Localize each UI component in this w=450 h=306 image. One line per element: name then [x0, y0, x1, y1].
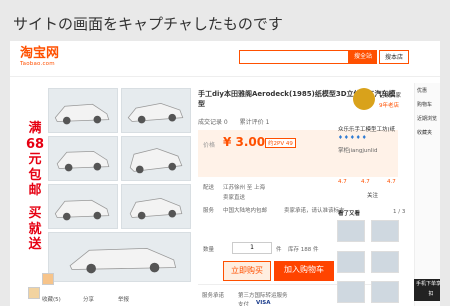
related-pagination[interactable]: 1 / 3: [393, 209, 405, 215]
shipping-route[interactable]: 江苏徐州 至 上海: [223, 183, 265, 191]
price-value: ¥ 3.00: [223, 135, 266, 149]
caption: サイトの画面をキャプチャしたものです: [13, 15, 283, 33]
report-link[interactable]: 举报: [118, 295, 129, 303]
car-image-1[interactable]: [48, 88, 118, 133]
sidebar-item-recent[interactable]: 近期浏览: [417, 115, 437, 122]
add-to-cart-button[interactable]: 加入购物车: [274, 261, 334, 281]
mobile-discount-badge[interactable]: 手机下单享折扣: [414, 279, 440, 301]
review-count: 累计评价 1: [239, 119, 270, 126]
sidebar-item-favorites[interactable]: 收藏夹: [417, 129, 432, 136]
car-image-3[interactable]: [48, 136, 118, 181]
shop-panel: 钻级卖家 9年老店 众乐乐手工模型工坊(纸 ♦♦♦♦♦ 掌柜jiangjunli…: [333, 85, 413, 306]
sidebar-item-discount[interactable]: 优惠: [417, 87, 427, 94]
quantity-unit: 件: [276, 247, 282, 253]
shop-rating: 4.7: [338, 179, 347, 185]
favorite-link[interactable]: 收藏(5): [42, 295, 61, 303]
related-item-2[interactable]: [371, 220, 399, 242]
quantity-value: 1: [250, 244, 254, 251]
shop-years: 9年老店: [379, 103, 399, 109]
related-title: 看了又看: [338, 211, 361, 217]
taobao-logo[interactable]: 淘宝网: [20, 47, 59, 60]
top-bar: 淘宝网 Taobao.com 搜全站 搜本店: [10, 41, 440, 77]
related-item-6[interactable]: [371, 281, 399, 303]
quantity-label: 数量: [203, 247, 215, 253]
related-item-1[interactable]: [337, 220, 365, 242]
search-input[interactable]: [239, 50, 349, 64]
thumbnail-2[interactable]: [42, 273, 54, 285]
thumbnail-1[interactable]: [28, 287, 40, 299]
promo-gift: 买就送: [28, 206, 42, 252]
price-label: 价格: [203, 142, 216, 149]
stock-count: 库存 188 件: [288, 247, 319, 253]
buy-now-button[interactable]: 立即购买: [223, 261, 271, 281]
search-store-button[interactable]: 搜本店: [379, 50, 409, 64]
right-sidebar: 优惠 购物车 近期浏览 收藏夹: [414, 83, 440, 306]
sidebar-item-cart[interactable]: 购物车: [417, 101, 432, 108]
car-image-6[interactable]: [121, 184, 191, 229]
product-gallery: [28, 88, 194, 282]
follow-link[interactable]: 关注: [367, 191, 378, 199]
delivery-type: 卖家直送: [223, 195, 246, 201]
shop-rating-2: 4.7: [361, 179, 370, 185]
search-all-button[interactable]: 搜全站: [349, 50, 377, 64]
seller-level: 钻级卖家: [379, 93, 402, 99]
share-link[interactable]: 分享: [83, 295, 94, 303]
related-item-5[interactable]: [337, 281, 365, 303]
car-image-7[interactable]: [48, 232, 191, 282]
car-image-4[interactable]: [121, 136, 191, 181]
related-item-3[interactable]: [337, 251, 365, 273]
quantity-stepper[interactable]: 1: [232, 242, 272, 254]
payment-visa: VISA: [256, 300, 271, 306]
shipping-label: 配送: [203, 185, 215, 191]
service-label: 服务: [203, 208, 215, 214]
shop-name[interactable]: 众乐乐手工模型工坊(纸: [338, 125, 395, 133]
shop-owner: 掌柜jiangjunlid: [338, 148, 378, 154]
shop-avatar[interactable]: [353, 88, 375, 110]
product-stats: 成交记录 0 累计评价 1: [198, 117, 269, 126]
service-text: 中国大陆地内包邮: [223, 208, 268, 214]
taobao-page: 淘宝网 Taobao.com 搜全站 搜本店 满68元包邮 买就送 收藏(5): [10, 41, 440, 306]
shop-diamond-icon: ♦♦♦♦♦: [338, 135, 368, 141]
related-item-4[interactable]: [371, 251, 399, 273]
discount-badge: 约2PV 49: [265, 138, 296, 148]
logo-subtitle: Taobao.com: [20, 61, 55, 67]
promise-text: 第三方国际转运服务: [238, 293, 288, 299]
sales-count: 成交记录 0: [198, 119, 228, 126]
payment-label: 支付: [238, 302, 250, 306]
car-image-2[interactable]: [121, 88, 191, 133]
car-image-5[interactable]: [48, 184, 118, 229]
promo-free-shipping: 满68元包邮: [25, 121, 45, 198]
shop-rating-3: 4.7: [387, 179, 396, 185]
promise-label: 服务承诺: [202, 293, 225, 299]
